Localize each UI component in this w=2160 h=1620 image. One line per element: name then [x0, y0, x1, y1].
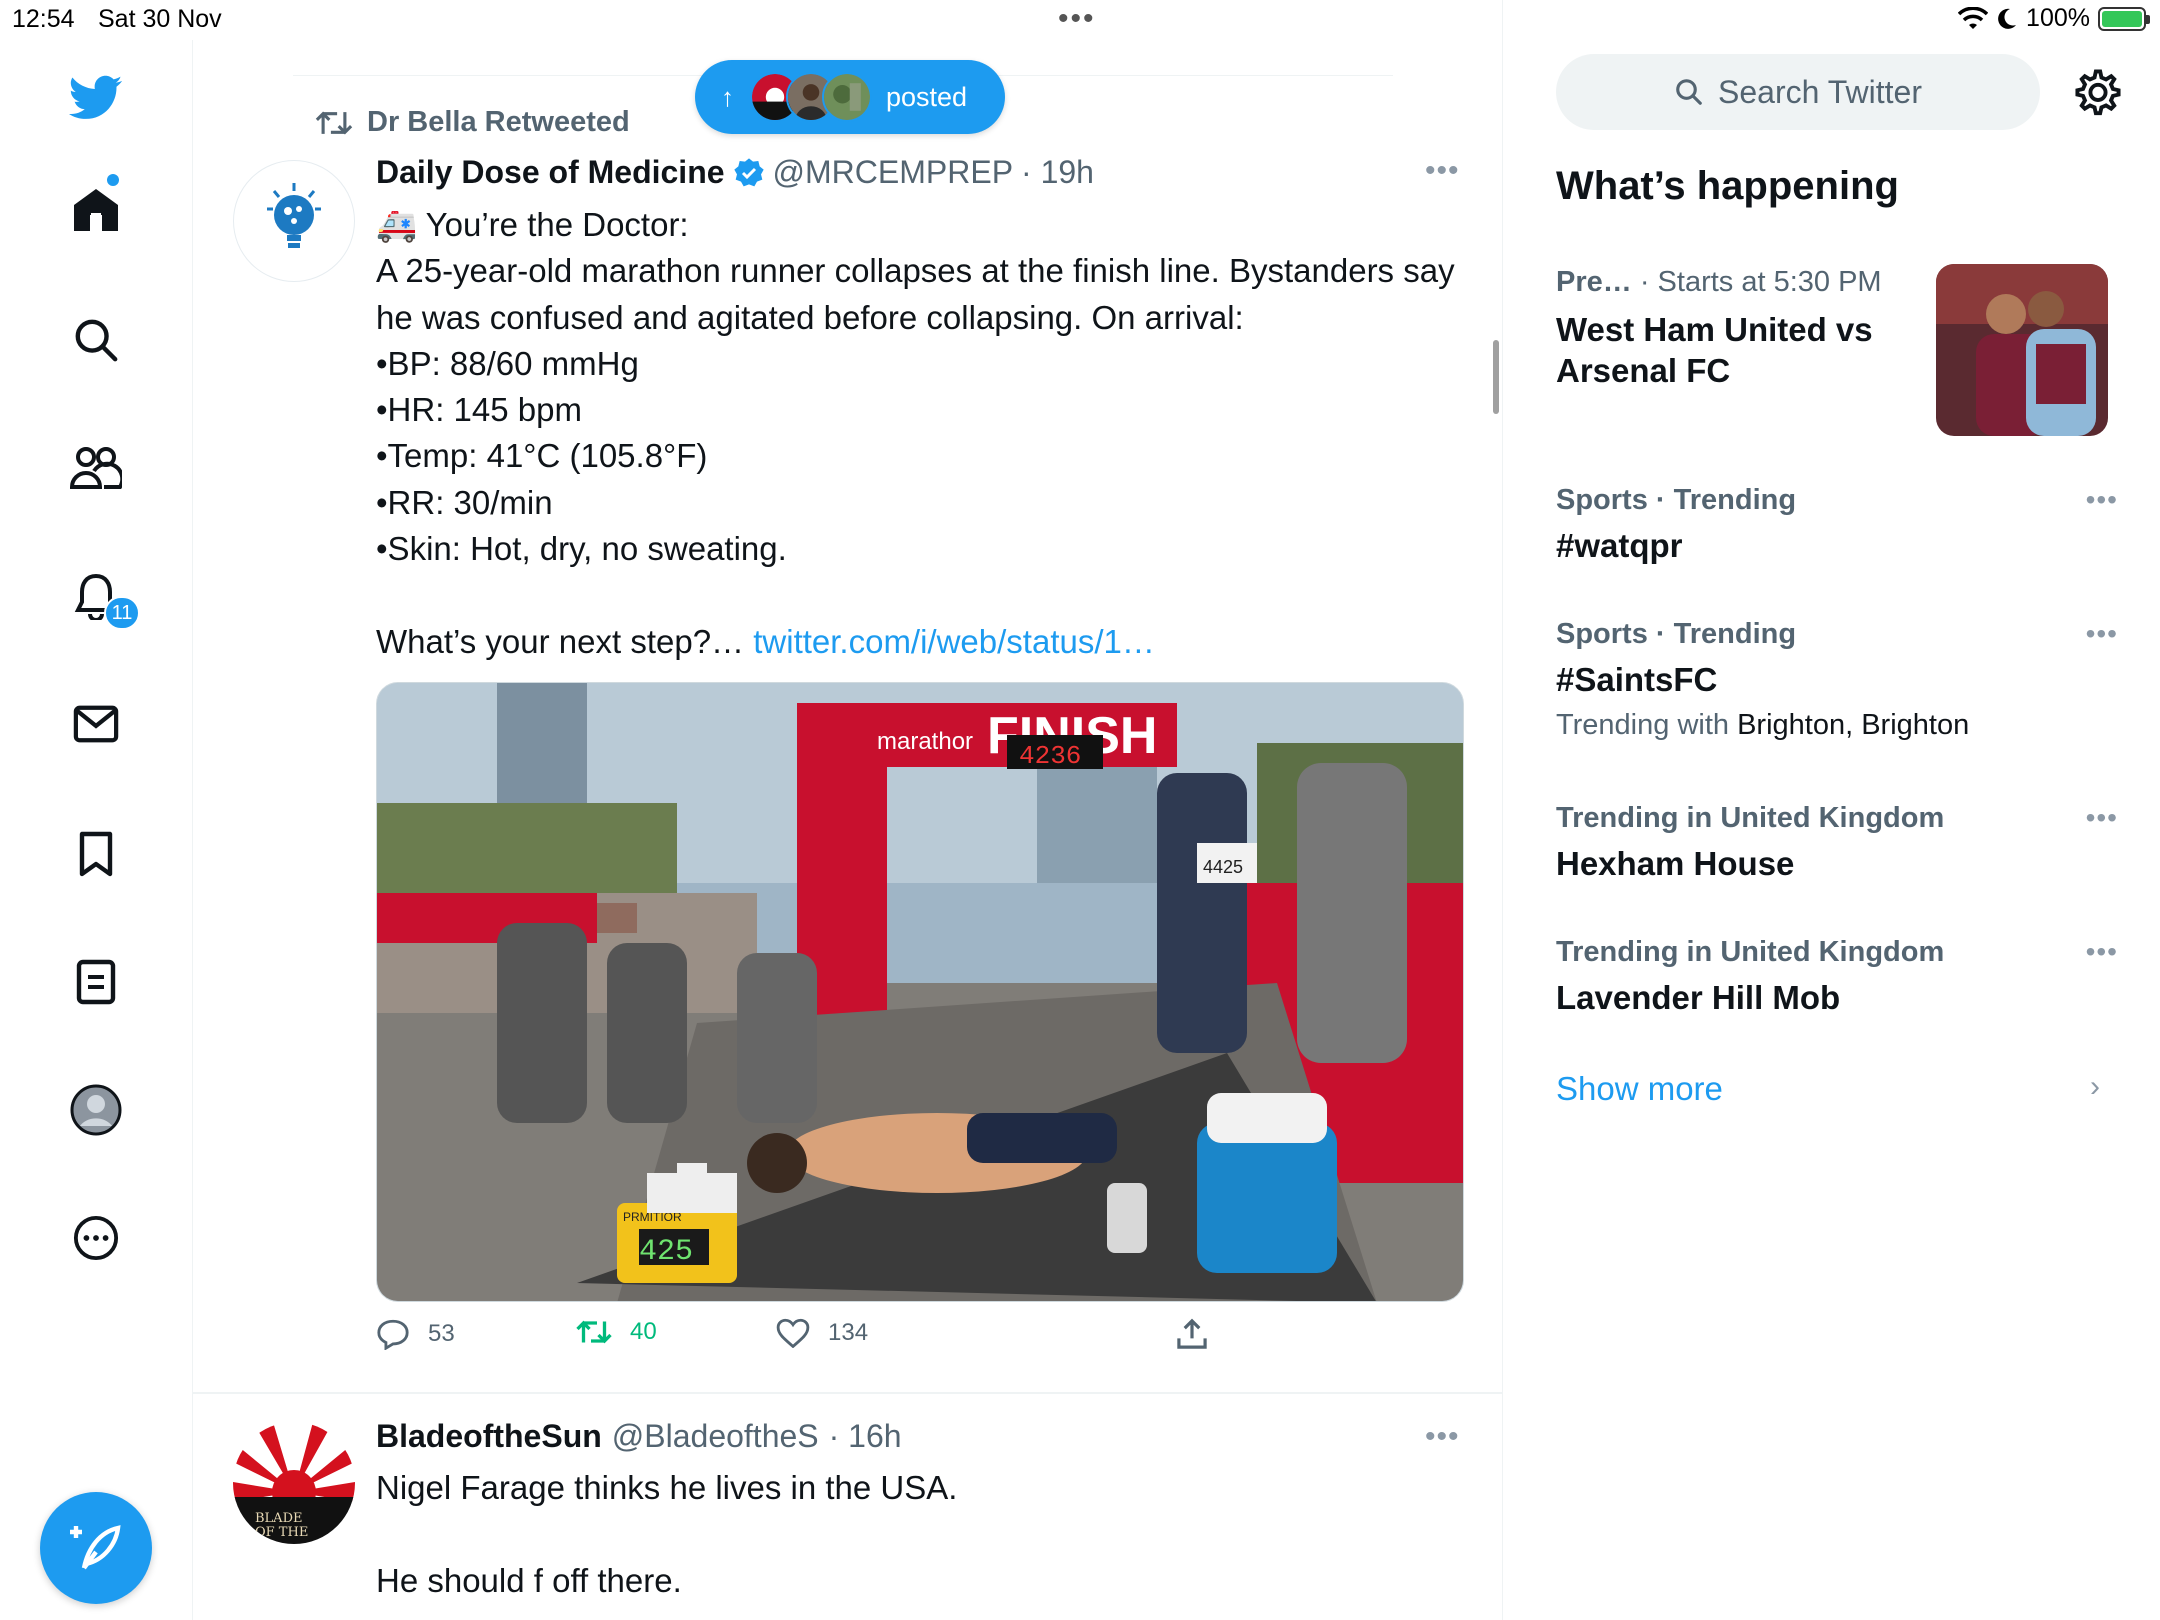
tweet2-author-name[interactable]: BladeoftheSun [376, 1418, 602, 1455]
tweet2-author-handle[interactable]: @BladeoftheS [612, 1418, 819, 1455]
home-icon[interactable] [68, 182, 124, 238]
timeline: ↑ posted Dr Bella Retweeted Daily Dose o… [193, 0, 1503, 1620]
reply-count: 53 [428, 1320, 455, 1347]
more-options-icon[interactable] [68, 1210, 124, 1266]
reply-action[interactable]: 53 [376, 1318, 455, 1350]
compose-feather-icon [70, 1525, 121, 1570]
svg-text:OF THE: OF THE [255, 1525, 308, 1540]
author-handle[interactable]: @MRCEMPREP [773, 154, 1014, 191]
left-navigation: 11 [0, 40, 193, 1620]
chevron-right-icon[interactable]: › [2090, 1070, 2100, 1104]
retweet-icon [576, 1320, 612, 1344]
event-item[interactable]: Pre… · Starts at 5:30 PM West Ham United… [1556, 266, 1936, 391]
event-thumbnail[interactable] [1936, 264, 2108, 436]
trend-1-more-icon[interactable]: ••• [2086, 484, 2118, 516]
monitor-reading-text: 425 [639, 1235, 693, 1269]
trend-item-3[interactable]: Trending in United Kingdom Hexham House [1556, 802, 2116, 883]
share-icon [1177, 1318, 1207, 1349]
trend-3-title: Hexham House [1556, 845, 1795, 882]
like-count: 134 [828, 1319, 869, 1346]
scroll-indicator[interactable] [1493, 340, 1499, 414]
trend-3-more-icon[interactable]: ••• [2086, 802, 2118, 834]
pill-avatar-3 [822, 72, 872, 122]
right-sidebar: Search Twitter What’s happening Pre… · S… [1504, 0, 2160, 1620]
retweet-context[interactable]: Dr Bella Retweeted [315, 106, 630, 139]
messages-icon[interactable] [68, 696, 124, 752]
heart-icon [776, 1318, 810, 1348]
event-time: · Starts at 5:30 PM [1639, 266, 1882, 298]
football-players-image [1936, 264, 2108, 436]
communities-icon[interactable] [68, 440, 124, 496]
tweet2-author-avatar[interactable]: BLADE OF THE [233, 1422, 355, 1544]
trend-item-1[interactable]: Sports · Trending #watqpr [1556, 484, 2116, 565]
trend-1-title: #watqpr [1556, 527, 1683, 564]
new-posts-label: posted [886, 81, 968, 112]
trend-3-meta: Trending in United Kingdom [1556, 802, 1945, 834]
bookmarks-icon[interactable] [68, 826, 124, 882]
show-more-link[interactable]: Show more [1556, 1070, 1723, 1108]
tweet-link[interactable]: twitter.com/i/web/status/1… [753, 623, 1155, 660]
event-title: West Ham United vs Arsenal FC [1556, 311, 1873, 389]
tweet2-more-icon[interactable]: ••• [1425, 1420, 1460, 1454]
whats-happening-heading: What’s happening [1556, 164, 1899, 208]
author-name[interactable]: Daily Dose of Medicine [376, 154, 725, 191]
trend-2-sub-names: Brighton, Brighton [1737, 709, 1970, 741]
race-timer-text: 4236 [1019, 741, 1081, 771]
retweet-action[interactable]: 40 [576, 1318, 657, 1346]
search-icon [1676, 79, 1702, 105]
trend-item-2[interactable]: Sports · Trending #SaintsFC Trending wit… [1556, 618, 2116, 742]
rising-sun-avatar-icon: BLADE OF THE [233, 1422, 355, 1544]
trend-4-meta: Trending in United Kingdom [1556, 936, 1945, 968]
svg-text:BLADE: BLADE [255, 1511, 303, 1526]
trend-2-title: #SaintsFC [1556, 661, 1718, 698]
trend-2-sub: Trending with Brighton, Brighton [1556, 709, 2116, 742]
trend-1-meta: Sports · Trending [1556, 484, 1797, 516]
new-posts-pill[interactable]: ↑ posted [695, 60, 1005, 134]
settings-gear-icon[interactable] [2072, 66, 2124, 118]
tweet-media-image[interactable]: marathor FINISH 4236 4425 425 PRMITIOR [376, 682, 1464, 1302]
trend-item-4[interactable]: Trending in United Kingdom Lavender Hill… [1556, 936, 2116, 1017]
arrow-up-icon: ↑ [721, 81, 734, 112]
tweet-divider [193, 1392, 1503, 1394]
profile-avatar-icon[interactable] [68, 1082, 124, 1138]
retweet-small-icon [315, 110, 353, 135]
search-input[interactable]: Search Twitter [1556, 54, 2040, 130]
notifications-badge: 11 [104, 596, 140, 630]
status-time: 12:54 [12, 5, 75, 33]
search-placeholder: Search Twitter [1718, 73, 1922, 110]
event-category: Pre… [1556, 266, 1632, 298]
trend-4-more-icon[interactable]: ••• [2086, 936, 2118, 968]
tweet-author-avatar[interactable] [233, 160, 355, 282]
twitter-logo-icon[interactable] [68, 70, 124, 126]
tweet-header: Daily Dose of Medicine @MRCEMPREP · 19h [376, 154, 1094, 191]
search-nav-icon[interactable] [68, 312, 124, 368]
share-action[interactable] [1176, 1318, 1208, 1350]
trend-2-sub-prefix: Trending with [1556, 709, 1738, 741]
retweeted-by-label: Dr Bella Retweeted [367, 106, 630, 138]
marathon-scene-illustration: marathor FINISH 4236 4425 425 PRMITIOR [377, 683, 1463, 1301]
lists-icon[interactable] [68, 954, 124, 1010]
like-action[interactable]: 134 [776, 1318, 868, 1348]
home-unread-dot [107, 174, 119, 186]
event-meta: Pre… · Starts at 5:30 PM [1556, 266, 1936, 299]
trend-2-meta: Sports · Trending [1556, 618, 1797, 650]
tweet-actions: 53 40 134 [376, 1318, 1376, 1364]
tweet-time[interactable]: · 19h [1021, 154, 1094, 191]
tweet2-time[interactable]: · 16h [829, 1418, 902, 1455]
retweet-count: 40 [630, 1318, 657, 1345]
compose-tweet-button[interactable] [40, 1492, 152, 1604]
trend-2-more-icon[interactable]: ••• [2086, 618, 2118, 650]
tweet-more-icon[interactable]: ••• [1425, 154, 1460, 188]
trend-4-title: Lavender Hill Mob [1556, 979, 1841, 1016]
verified-badge-icon [733, 157, 764, 186]
tweet2-text: Nigel Farage thinks he lives in the USA.… [376, 1469, 958, 1599]
reply-icon [377, 1319, 409, 1350]
tweet-text: 🚑 You’re the Doctor: A 25-year-old marat… [376, 202, 1456, 665]
lightbulb-logo-icon [267, 183, 321, 248]
bib-number-text: 4425 [1203, 857, 1243, 877]
banner-brand-text: marathor [877, 728, 973, 755]
tweet-body-text: 🚑 You’re the Doctor: A 25-year-old marat… [376, 206, 1455, 660]
tweet2-header: BladeoftheSun @BladeoftheS · 16h [376, 1418, 902, 1455]
